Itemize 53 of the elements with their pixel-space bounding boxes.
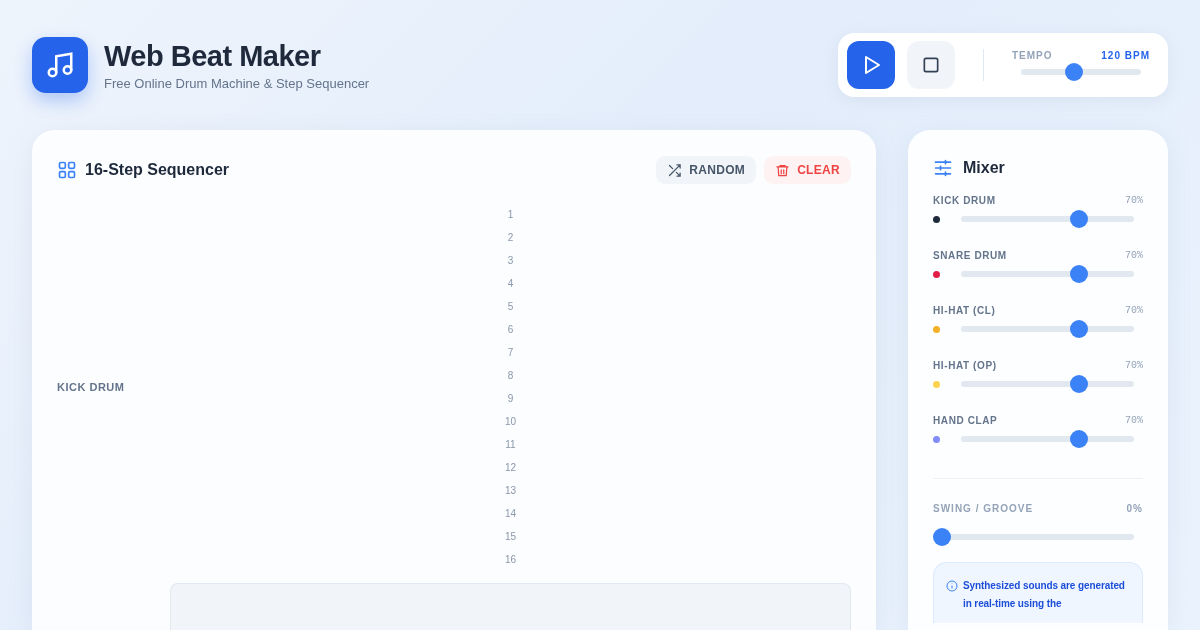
slider-thumb[interactable] [1069,210,1088,228]
volume-reading: 70% [1125,250,1143,261]
step-number: 10 [504,415,517,429]
step-number: 16 [504,553,517,567]
step-number: 13 [504,484,517,498]
info-icon [946,580,958,592]
channel-name: HI-HAT (CL) [933,305,996,316]
slider-thumb[interactable] [1069,265,1088,283]
volume-reading: 70% [1125,415,1143,426]
step-number: 14 [504,507,517,521]
step-number: 11 [505,438,516,452]
info-text: Synthesized sounds are generated in real-time using the [963,579,1126,611]
channel-name: HI-HAT (OP) [933,360,997,371]
track-label: KICK DRUM [57,381,125,393]
swing-reading: 0% [1126,503,1143,514]
play-button[interactable] [847,41,895,89]
trash-icon [775,162,791,178]
stop-icon [921,55,941,75]
music-note-icon [45,50,75,80]
volume-reading: 70% [1125,195,1143,206]
mixer-title: Mixer [963,159,1005,177]
slider-thumb[interactable] [1064,62,1083,81]
slider-thumb[interactable] [1069,430,1088,448]
step-number: 4 [507,277,514,291]
step-number: 8 [507,369,514,383]
channel-name: KICK DRUM [933,195,996,206]
app-subtitle: Free Online Drum Machine & Step Sequencer [104,75,370,91]
sequencer-title: 16-Step Sequencer [85,161,230,179]
slider-thumb[interactable] [1069,375,1088,393]
slider-thumb[interactable] [933,528,951,546]
volume-reading: 70% [1125,305,1143,316]
grid-icon [57,160,77,180]
sliders-icon [933,158,953,178]
tempo-label: TEMPO [1012,49,1053,61]
step-number: 9 [507,392,514,406]
shuffle-icon [667,162,683,178]
step-number: 15 [504,530,517,544]
step-number: 12 [504,461,517,475]
channel-name: HAND CLAP [933,415,998,426]
step-number: 1 [507,208,514,222]
slider-thumb[interactable] [1069,320,1088,338]
random-button[interactable]: RANDOM [656,156,757,184]
volume-reading: 70% [1125,360,1143,371]
step-number: 7 [507,346,514,360]
app-title: Web Beat Maker [104,39,322,73]
swing-label: SWING / GROOVE [933,503,1034,514]
step-number: 3 [507,254,514,268]
step-number: 5 [507,300,514,314]
channel-name: SNARE DRUM [933,250,1007,261]
step-number: 2 [507,231,514,245]
step-number: 6 [507,323,514,337]
stop-button[interactable] [907,41,955,89]
tempo-reading: 120 BPM [1101,49,1150,61]
